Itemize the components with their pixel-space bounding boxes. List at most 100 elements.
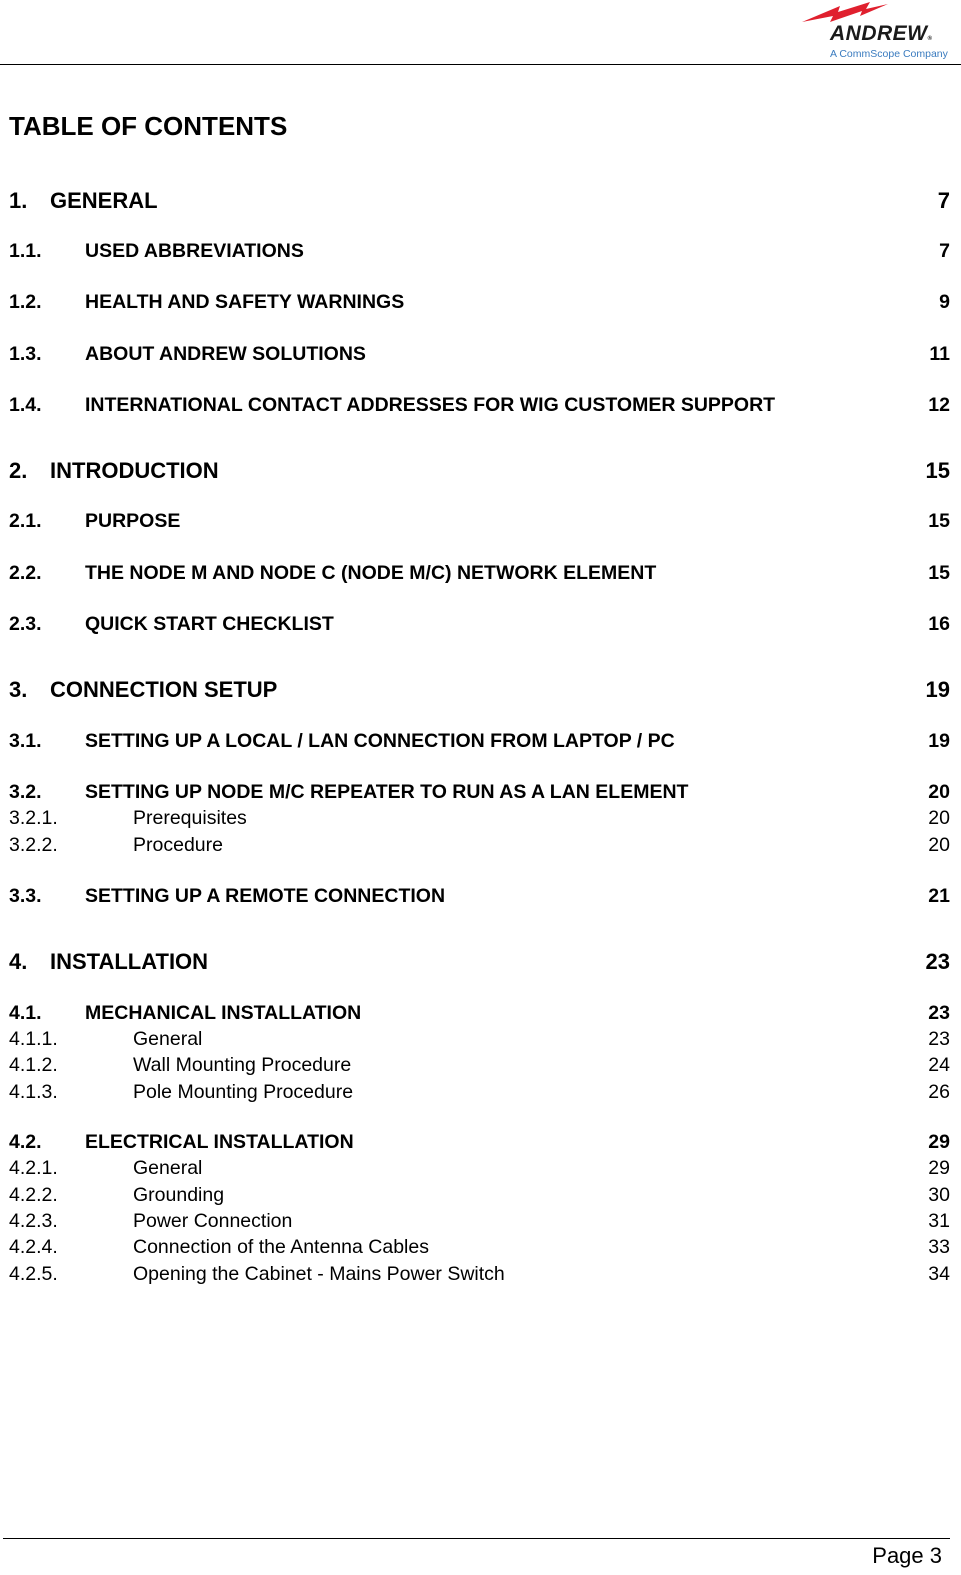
toc-entry-number: 2.2. bbox=[9, 562, 42, 584]
toc-entry-number: 3.2.1. bbox=[9, 807, 58, 829]
toc-entry-label: MECHANICAL INSTALLATION bbox=[85, 1002, 362, 1024]
toc-entry-label: General bbox=[133, 1157, 203, 1179]
toc-entry-page: 34 bbox=[928, 1263, 950, 1285]
toc-entry-label: Opening the Cabinet - Mains Power Switch bbox=[133, 1263, 505, 1285]
toc-entry-number: 2. bbox=[9, 458, 28, 483]
toc-entry-label: INTRODUCTION bbox=[50, 458, 219, 483]
toc-entry[interactable]: 4.2.1. General 29 bbox=[9, 1157, 950, 1180]
toc-entry-page: 19 bbox=[925, 677, 950, 702]
toc-entry-label: SETTING UP A LOCAL / LAN CONNECTION FROM… bbox=[85, 730, 675, 752]
toc-entry[interactable]: 4.1.2. Wall Mounting Procedure 24 bbox=[9, 1054, 950, 1077]
toc-entry-page: 16 bbox=[928, 613, 950, 635]
toc-entry-page: 24 bbox=[928, 1054, 950, 1076]
toc-entry-page: 31 bbox=[928, 1210, 950, 1232]
toc-entry-label: HEALTH AND SAFETY WARNINGS bbox=[85, 291, 405, 313]
toc-entry-number: 2.3. bbox=[9, 613, 42, 635]
toc-entry-number: 4.2.2. bbox=[9, 1184, 58, 1206]
toc-entry[interactable]: 4.2.4. Connection of the Antenna Cables 33 bbox=[9, 1236, 950, 1259]
toc-entry-number: 4.2.5. bbox=[9, 1263, 58, 1285]
toc-entry-number: 4.1.1. bbox=[9, 1028, 58, 1050]
toc-entry[interactable]: 3.2.1. Prerequisites 20 bbox=[9, 807, 950, 830]
footer-divider bbox=[3, 1538, 950, 1539]
toc-entry[interactable]: 4.2. ELECTRICAL INSTALLATION 29 bbox=[9, 1131, 950, 1154]
toc-entry-label: Connection of the Antenna Cables bbox=[133, 1236, 429, 1258]
toc-entry-page: 7 bbox=[939, 240, 950, 262]
toc-entry[interactable]: 2.3. QUICK START CHECKLIST 16 bbox=[9, 613, 950, 636]
toc-entry-label: GENERAL bbox=[50, 188, 158, 213]
toc-entry-label: Procedure bbox=[133, 834, 223, 856]
toc-entry[interactable]: 2.2. THE NODE M AND NODE C (NODE M/C) NET… bbox=[9, 562, 950, 585]
toc-entry-page: 15 bbox=[928, 510, 950, 532]
toc-entry-label: ELECTRICAL INSTALLATION bbox=[85, 1131, 354, 1153]
toc-entry-page: 26 bbox=[928, 1081, 950, 1103]
toc-entry-label: SETTING UP NODE M/C REPEATER TO RUN AS A… bbox=[85, 781, 689, 803]
toc-entry-number: 1.1. bbox=[9, 240, 42, 262]
toc-title: TABLE OF CONTENTS bbox=[9, 111, 288, 141]
toc-entry-label: General bbox=[133, 1028, 203, 1050]
toc-entry[interactable]: 1.3. ABOUT ANDREW SOLUTIONS 11 bbox=[9, 343, 950, 366]
toc-entry-number: 3.2.2. bbox=[9, 834, 58, 856]
toc-entry-label: CONNECTION SETUP bbox=[50, 677, 278, 702]
toc-entry-number: 1.4. bbox=[9, 394, 42, 416]
toc-entry-number: 4. bbox=[9, 949, 28, 974]
toc-entry-label: SETTING UP A REMOTE CONNECTION bbox=[85, 885, 446, 907]
toc-entry-page: 9 bbox=[939, 291, 950, 313]
toc-entry-number: 4.2.4. bbox=[9, 1236, 58, 1258]
toc-entry[interactable]: 3.3. SETTING UP A REMOTE CONNECTION 21 bbox=[9, 885, 950, 908]
page-number: Page 3 bbox=[872, 1543, 942, 1568]
toc-entry-number: 1.3. bbox=[9, 343, 42, 365]
andrew-logo: ANDREW® A CommScope Company bbox=[800, 2, 955, 62]
toc-entry-label: Wall Mounting Procedure bbox=[133, 1054, 352, 1076]
toc-entry-page: 20 bbox=[928, 834, 950, 856]
toc-entry[interactable]: 1. GENERAL 7 bbox=[9, 188, 950, 214]
toc-entry-page: 15 bbox=[925, 458, 950, 483]
toc-entry[interactable]: 1.4. INTERNATIONAL CONTACT ADDRESSES FOR … bbox=[9, 394, 950, 417]
toc-entry-number: 4.1. bbox=[9, 1002, 42, 1024]
toc-entry-page: 7 bbox=[937, 188, 950, 213]
toc-entry-page: 23 bbox=[925, 949, 950, 974]
logo-tagline: A CommScope Company bbox=[830, 48, 948, 60]
toc-entry[interactable]: 4.2.5. Opening the Cabinet - Mains Power … bbox=[9, 1263, 950, 1286]
toc-entry-number: 4.1.2. bbox=[9, 1054, 58, 1076]
toc-entry[interactable]: 3.1. SETTING UP A LOCAL / LAN CONNECTION … bbox=[9, 730, 950, 753]
toc-entry-number: 3.3. bbox=[9, 885, 42, 907]
toc-entry-number: 3.2. bbox=[9, 781, 42, 803]
toc-entry[interactable]: 3.2.2. Procedure 20 bbox=[9, 834, 950, 857]
toc-entry[interactable]: 1.2. HEALTH AND SAFETY WARNINGS 9 bbox=[9, 291, 950, 314]
toc-entry[interactable]: 3.2. SETTING UP NODE M/C REPEATER TO RUN … bbox=[9, 781, 950, 804]
toc-entry-number: 2.1. bbox=[9, 510, 42, 532]
toc-entry-label: PURPOSE bbox=[85, 510, 181, 532]
toc-entry-number: 4.1.3. bbox=[9, 1081, 58, 1103]
toc-entry-page: 33 bbox=[928, 1236, 950, 1258]
toc-entry[interactable]: 4.1.1. General 23 bbox=[9, 1028, 950, 1051]
toc-entry[interactable]: 1.1. USED ABBREVIATIONS 7 bbox=[9, 240, 950, 263]
toc-entry-number: 4.2.3. bbox=[9, 1210, 58, 1232]
toc-entry[interactable]: 2.1. PURPOSE 15 bbox=[9, 510, 950, 533]
toc-entry-label: Grounding bbox=[133, 1184, 225, 1206]
toc-entry-page: 12 bbox=[928, 394, 950, 416]
toc-entry[interactable]: 4. INSTALLATION 23 bbox=[9, 949, 950, 975]
toc-entry-page: 30 bbox=[928, 1184, 950, 1206]
toc-entry[interactable]: 4.2.3. Power Connection 31 bbox=[9, 1210, 950, 1233]
toc-entry[interactable]: 4.1. MECHANICAL INSTALLATION 23 bbox=[9, 1002, 950, 1025]
toc-entry-page: 19 bbox=[928, 730, 950, 752]
toc-entry-page: 15 bbox=[928, 562, 950, 584]
toc-entry-label: THE NODE M AND NODE C (NODE M/C) NETWORK… bbox=[85, 562, 657, 584]
toc-entry-label: USED ABBREVIATIONS bbox=[85, 240, 304, 262]
toc-entry-page: 29 bbox=[928, 1131, 950, 1153]
toc-entry-page: 23 bbox=[928, 1028, 950, 1050]
toc-entry[interactable]: 2. INTRODUCTION 15 bbox=[9, 458, 950, 484]
toc-entry-label: QUICK START CHECKLIST bbox=[85, 613, 334, 635]
toc-entry[interactable]: 4.1.3. Pole Mounting Procedure 26 bbox=[9, 1081, 950, 1104]
toc-entry-number: 4.2. bbox=[9, 1131, 42, 1153]
toc-entry-label: Pole Mounting Procedure bbox=[133, 1081, 354, 1103]
logo-brand: ANDREW® bbox=[830, 22, 933, 45]
toc-entry-page: 20 bbox=[928, 807, 950, 829]
toc-entry-label: INTERNATIONAL CONTACT ADDRESSES FOR WIG … bbox=[85, 394, 776, 416]
toc-entry[interactable]: 3. CONNECTION SETUP 19 bbox=[9, 677, 950, 703]
toc-entry-label: ABOUT ANDREW SOLUTIONS bbox=[85, 343, 366, 365]
toc-entry-number: 4.2.1. bbox=[9, 1157, 58, 1179]
toc-entry[interactable]: 4.2.2. Grounding 30 bbox=[9, 1184, 950, 1207]
toc-entry-page: 21 bbox=[928, 885, 950, 907]
toc-entry-page: 11 bbox=[929, 343, 950, 365]
